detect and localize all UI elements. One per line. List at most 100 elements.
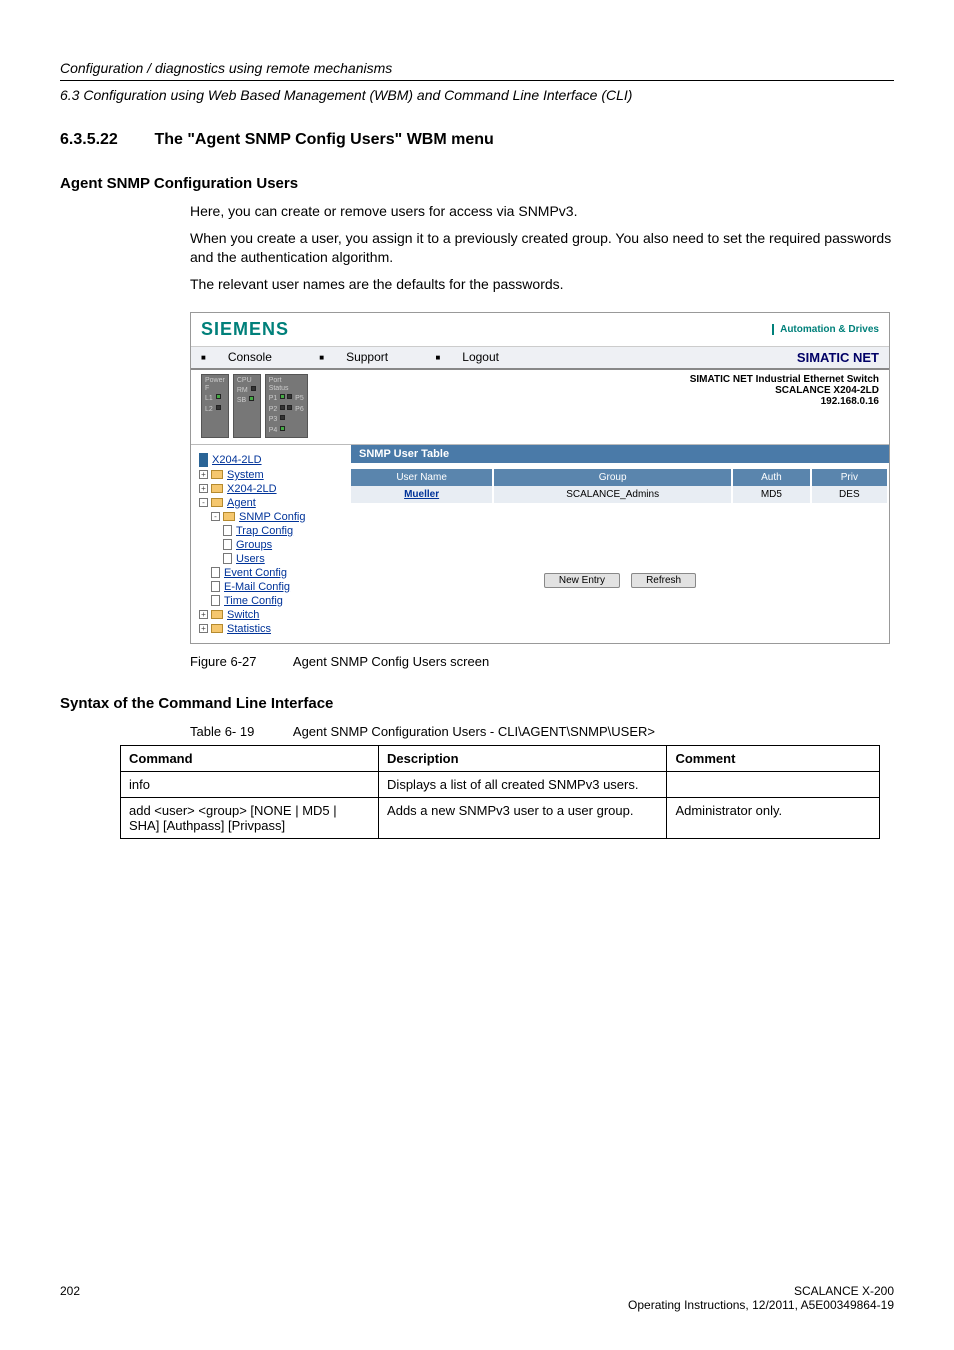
tree-item-users[interactable]: Users xyxy=(199,553,347,565)
folder-icon xyxy=(211,484,223,493)
status-row: Power FL1 L2 CPU RM SB Port Status P1 P5… xyxy=(191,370,889,445)
page-icon xyxy=(211,595,220,606)
page-icon xyxy=(211,567,220,578)
status-led-panel: Power FL1 L2 CPU RM SB Port Status P1 P5… xyxy=(201,374,308,438)
snmp-user-table: User Name Group Auth Priv Mueller SCALAN… xyxy=(351,469,889,503)
tree-item-switch[interactable]: +Switch xyxy=(199,609,347,621)
table-label: Table 6- 19 xyxy=(190,724,290,739)
folder-icon xyxy=(211,610,223,619)
tree-item-event-config[interactable]: Event Config xyxy=(199,567,347,579)
cell-priv: DES xyxy=(811,486,888,503)
expand-icon[interactable]: + xyxy=(199,484,208,493)
figure-text: Agent SNMP Config Users screen xyxy=(293,654,489,669)
collapse-icon[interactable]: - xyxy=(211,512,220,521)
expand-icon[interactable]: + xyxy=(199,624,208,633)
col-header-auth: Auth xyxy=(732,469,811,486)
wbm-screenshot-figure: SIEMENS Automation & Drives ■Console ■Su… xyxy=(190,312,890,644)
paragraph: When you create a user, you assign it to… xyxy=(190,229,894,267)
header-line2: 6.3 Configuration using Web Based Manage… xyxy=(60,87,894,103)
heading-syntax-cli: Syntax of the Command Line Interface xyxy=(60,695,894,712)
cli-cell-description: Adds a new SNMPv3 user to a user group. xyxy=(379,797,667,838)
paragraph: The relevant user names are the defaults… xyxy=(190,275,894,294)
collapse-icon[interactable]: - xyxy=(199,498,208,507)
bullet-icon: ■ xyxy=(201,353,206,362)
folder-open-icon xyxy=(211,498,223,507)
tree-root[interactable]: X204-2LD xyxy=(199,453,347,467)
figure-caption: Figure 6-27 Agent SNMP Config Users scre… xyxy=(190,654,894,669)
cli-header-comment: Comment xyxy=(667,745,880,771)
cli-cell-command: info xyxy=(121,771,379,797)
panel-title-bar: SNMP User Table xyxy=(351,445,889,463)
header-line1: Configuration / diagnostics using remote… xyxy=(60,60,894,76)
expand-icon[interactable]: + xyxy=(199,470,208,479)
figure-label: Figure 6-27 xyxy=(190,654,290,669)
cell-auth: MD5 xyxy=(732,486,811,503)
page-icon xyxy=(223,525,232,536)
cli-command-table: Command Description Comment info Display… xyxy=(120,745,880,839)
expand-icon[interactable]: + xyxy=(199,610,208,619)
button-row: New Entry Refresh xyxy=(351,503,889,596)
tree-item-snmp-config[interactable]: -SNMP Config xyxy=(199,511,347,523)
device-info: SIMATIC NET Industrial Ethernet Switch S… xyxy=(690,374,879,438)
paragraph: Here, you can create or remove users for… xyxy=(190,202,894,221)
cli-cell-comment: Administrator only. xyxy=(667,797,880,838)
status-col: CPU RM SB xyxy=(233,374,261,438)
section-heading: 6.3.5.22 The "Agent SNMP Config Users" W… xyxy=(60,131,894,149)
device-icon xyxy=(199,453,208,467)
page-footer: 202 SCALANCE X-200 Operating Instruction… xyxy=(60,1284,894,1312)
simatic-net-label: SIMATIC NET xyxy=(797,350,879,365)
footer-right: SCALANCE X-200 Operating Instructions, 1… xyxy=(628,1284,894,1312)
heading-agent-snmp-config-users: Agent SNMP Configuration Users xyxy=(60,175,894,192)
status-col: Port Status P1 P5 P2 P6 P3 P4 xyxy=(265,374,308,438)
header-rule xyxy=(60,80,894,81)
cli-cell-description: Displays a list of all created SNMPv3 us… xyxy=(379,771,667,797)
running-header: Configuration / diagnostics using remote… xyxy=(60,60,894,103)
siemens-logo: SIEMENS xyxy=(201,319,289,340)
nav-tree-panel: X204-2LD +System +X204-2LD -Agent -SNMP … xyxy=(191,445,351,643)
nav-links: ■Console ■Support ■Logout xyxy=(201,350,543,364)
tree-item-statistics[interactable]: +Statistics xyxy=(199,623,347,635)
automation-drives-label: Automation & Drives xyxy=(772,324,879,335)
tree-item-groups[interactable]: Groups xyxy=(199,539,347,551)
cli-header-description: Description xyxy=(379,745,667,771)
table-caption-text: Agent SNMP Configuration Users - CLI\AGE… xyxy=(293,724,655,739)
footer-docref: Operating Instructions, 12/2011, A5E0034… xyxy=(628,1298,894,1312)
folder-icon xyxy=(211,624,223,633)
nav-console-link[interactable]: ■Console xyxy=(201,350,294,364)
tree-item-agent[interactable]: -Agent xyxy=(199,497,347,509)
table-row: Mueller SCALANCE_Admins MD5 DES xyxy=(351,486,888,503)
bullet-icon: ■ xyxy=(319,353,324,362)
wbm-body: X204-2LD +System +X204-2LD -Agent -SNMP … xyxy=(191,445,889,643)
table-row: info Displays a list of all created SNMP… xyxy=(121,771,880,797)
tree-item-trap-config[interactable]: Trap Config xyxy=(199,525,347,537)
nav-row: ■Console ■Support ■Logout SIMATIC NET xyxy=(191,346,889,370)
device-info-line3: 192.168.0.16 xyxy=(690,396,879,407)
tree-item-email-config[interactable]: E-Mail Config xyxy=(199,581,347,593)
device-info-line2: SCALANCE X204-2LD xyxy=(690,385,879,396)
col-header-user: User Name xyxy=(351,469,493,486)
cli-cell-comment xyxy=(667,771,880,797)
tree-item-time-config[interactable]: Time Config xyxy=(199,595,347,607)
page-icon xyxy=(223,539,232,550)
page-number: 202 xyxy=(60,1284,80,1312)
wbm-screenshot: SIEMENS Automation & Drives ■Console ■Su… xyxy=(191,313,889,643)
refresh-button[interactable]: Refresh xyxy=(631,573,696,588)
page-icon xyxy=(223,553,232,564)
nav-logout-link[interactable]: ■Logout xyxy=(435,350,521,364)
tree-item-system[interactable]: +System xyxy=(199,469,347,481)
new-entry-button[interactable]: New Entry xyxy=(544,573,620,588)
cell-user-link[interactable]: Mueller xyxy=(351,486,493,503)
bullet-icon: ■ xyxy=(435,353,440,362)
body-text-block: Here, you can create or remove users for… xyxy=(190,202,894,294)
col-header-group: Group xyxy=(493,469,732,486)
cli-cell-command: add <user> <group> [NONE | MD5 | SHA] [A… xyxy=(121,797,379,838)
status-col: Power FL1 L2 xyxy=(201,374,229,438)
tree-item-x204[interactable]: +X204-2LD xyxy=(199,483,347,495)
footer-product: SCALANCE X-200 xyxy=(628,1284,894,1298)
page-icon xyxy=(211,581,220,592)
folder-open-icon xyxy=(223,512,235,521)
device-info-line1: SIMATIC NET Industrial Ethernet Switch xyxy=(690,374,879,385)
nav-support-link[interactable]: ■Support xyxy=(319,350,410,364)
brand-bar: SIEMENS Automation & Drives xyxy=(191,313,889,346)
section-title: The "Agent SNMP Config Users" WBM menu xyxy=(154,131,493,148)
